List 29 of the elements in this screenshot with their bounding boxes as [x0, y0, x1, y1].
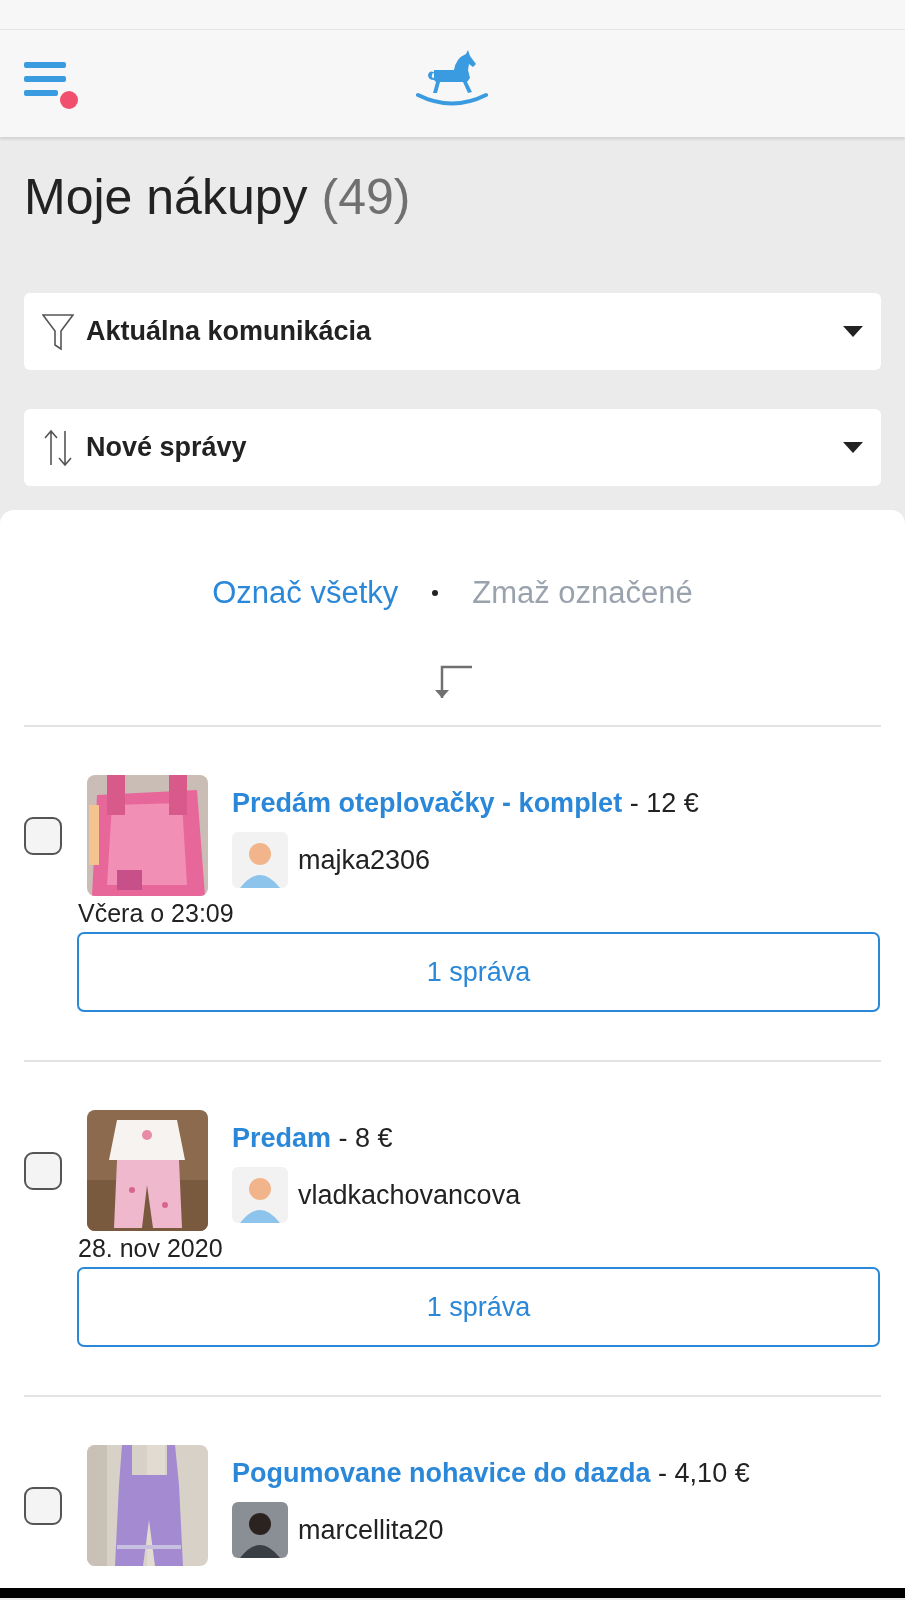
item-price: - 4,10 € — [658, 1458, 750, 1489]
item-date: Včera o 23:09 — [78, 898, 235, 928]
caret-icon — [843, 441, 863, 454]
messages-button[interactable]: 1 správa — [77, 932, 880, 1012]
page-title: Moje nákupy — [24, 168, 308, 227]
avatar-icon — [232, 1166, 288, 1223]
item-date: 28. nov 2020 — [78, 1233, 224, 1263]
seller-name: marcellita20 — [298, 1513, 444, 1547]
checkbox[interactable] — [24, 1151, 62, 1190]
item-price: - 8 € — [338, 1123, 393, 1154]
checkbox[interactable] — [24, 1486, 62, 1525]
action-link[interactable]: Označ všetky — [212, 569, 399, 617]
item-title-link[interactable]: Predám oteplovačky - komplet — [232, 788, 623, 819]
item-title-link[interactable]: Predam — [232, 1123, 332, 1154]
avatar-icon — [232, 831, 288, 888]
item-count: (49) — [321, 168, 411, 227]
dropdown[interactable]: Aktuálna komunikácia — [24, 293, 881, 370]
sort-icon — [42, 428, 74, 467]
item-price: - 12 € — [629, 788, 699, 819]
dropdown[interactable]: Nové správy — [24, 409, 881, 486]
messages-button[interactable]: 1 správa — [77, 1267, 880, 1347]
rocking-horse-icon[interactable] — [416, 50, 488, 108]
seller-name: vladkachovancova — [298, 1178, 521, 1212]
avatar-icon — [232, 1501, 288, 1558]
seller-name: majka2306 — [298, 843, 431, 877]
item-title-link[interactable]: Pogumovane nohavice do dazda — [232, 1458, 651, 1489]
checkbox[interactable] — [24, 816, 62, 855]
filter-icon — [42, 312, 74, 351]
caret-icon — [843, 325, 863, 338]
